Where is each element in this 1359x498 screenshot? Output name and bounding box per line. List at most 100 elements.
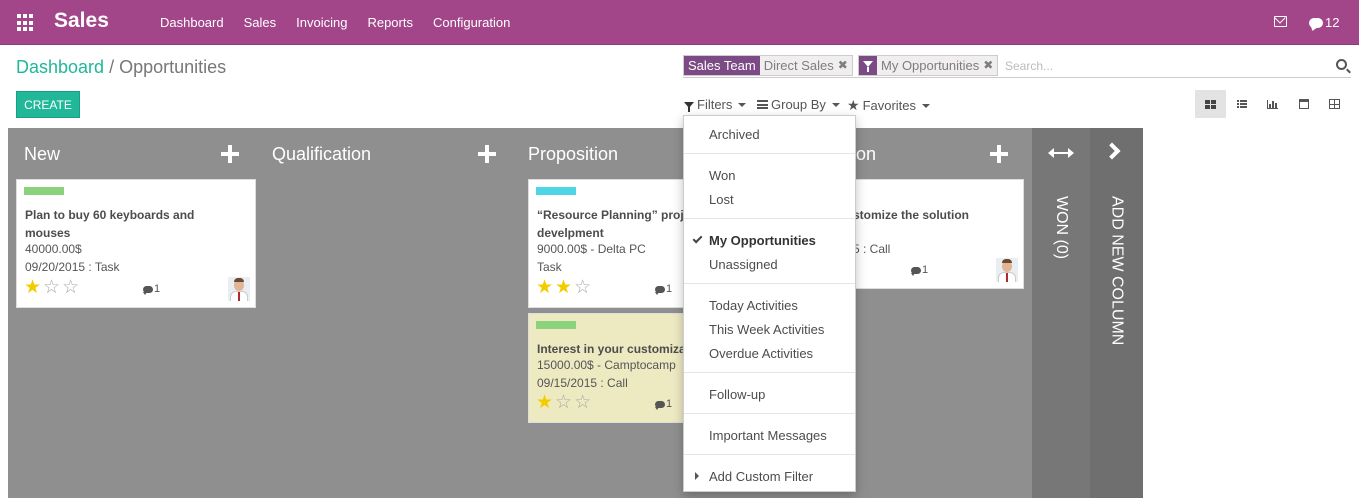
column-title: Qualification xyxy=(272,144,372,164)
menu-invoicing[interactable]: Invoicing xyxy=(286,0,357,45)
add-custom-filter[interactable]: Add Custom Filter xyxy=(709,469,813,484)
star-filled-icon[interactable]: ★ xyxy=(536,278,553,297)
filter-follow-up[interactable]: Follow-up xyxy=(709,387,765,402)
menu-configuration[interactable]: Configuration xyxy=(423,0,520,45)
kanban-view-button[interactable] xyxy=(1195,90,1226,118)
avatar xyxy=(996,258,1018,282)
color-tag xyxy=(536,187,576,195)
avatar xyxy=(228,277,250,301)
facet-filter-icon xyxy=(859,56,877,75)
filter-icon xyxy=(684,101,694,112)
card-title-line: mouses xyxy=(25,226,71,240)
kanban-card[interactable]: Plan to buy 60 keyboards and mouses 4000… xyxy=(16,179,256,308)
quick-create-plus-icon[interactable] xyxy=(221,145,239,163)
star-empty-icon[interactable]: ☆ xyxy=(62,278,79,297)
menu-divider xyxy=(684,413,855,414)
star-empty-icon[interactable]: ☆ xyxy=(574,393,591,412)
star-filled-icon[interactable]: ★ xyxy=(555,278,572,297)
chat-icon xyxy=(1309,17,1323,28)
star-filled-icon[interactable]: ★ xyxy=(536,393,553,412)
facet-value: My Opportunities xyxy=(881,58,980,73)
view-switcher xyxy=(1195,90,1350,118)
star-filled-icon[interactable]: ★ xyxy=(24,278,41,297)
message-count: 1 xyxy=(655,398,672,410)
card-title-line: Plan to buy 60 keyboards and xyxy=(25,208,195,222)
list-view-button[interactable] xyxy=(1226,90,1257,118)
caret-down-icon xyxy=(922,103,931,108)
message-count-value: 1 xyxy=(154,283,161,295)
search-bar: Sales Team Direct Sales ✖ My Opportuniti… xyxy=(683,55,1351,78)
menu-reports[interactable]: Reports xyxy=(357,0,423,45)
chat-counter: 12 xyxy=(1325,15,1340,30)
star-empty-icon[interactable]: ☆ xyxy=(555,393,572,412)
apps-grid-icon[interactable] xyxy=(17,14,35,32)
breadcrumb-dashboard-link[interactable]: Dashboard xyxy=(16,57,104,77)
menu-sales[interactable]: Sales xyxy=(234,0,287,45)
filter-my-opportunities[interactable]: My Opportunities xyxy=(709,233,816,248)
quick-create-plus-icon[interactable] xyxy=(990,145,1008,163)
column-title: New xyxy=(24,144,61,164)
star-empty-icon[interactable]: ☆ xyxy=(574,278,591,297)
menu-divider xyxy=(684,454,855,455)
comments-icon xyxy=(655,285,665,295)
add-column-button[interactable]: ADD NEW COLUMN xyxy=(1090,128,1143,498)
mail-icon[interactable] xyxy=(1274,16,1287,27)
search-icon[interactable] xyxy=(1336,59,1347,70)
card-title-line: “Resource Planning” proje xyxy=(537,208,691,222)
priority-stars[interactable]: ★ ☆ ☆ xyxy=(24,278,79,297)
chevron-right-icon xyxy=(1103,142,1121,160)
card-title: stomize the solution xyxy=(853,206,969,224)
facet-remove-icon[interactable]: ✖ xyxy=(838,56,852,75)
calendar-view-button[interactable] xyxy=(1288,90,1319,118)
table-icon xyxy=(1329,99,1340,109)
menu-dashboard[interactable]: Dashboard xyxy=(150,0,234,45)
quick-create-plus-icon[interactable] xyxy=(478,145,496,163)
column-title: Proposition xyxy=(528,144,619,164)
priority-stars[interactable]: ★ ★ ☆ xyxy=(536,278,591,297)
top-menu: Dashboard Sales Invoicing Reports Config… xyxy=(150,0,520,45)
star-empty-icon[interactable]: ☆ xyxy=(43,278,60,297)
filter-this-week-activities[interactable]: This Week Activities xyxy=(709,322,824,337)
kanban-icon xyxy=(1205,99,1216,109)
filter-important-messages[interactable]: Important Messages xyxy=(709,428,827,443)
card-activity: 5 : Call xyxy=(853,242,891,256)
filter-won[interactable]: Won xyxy=(709,168,736,183)
facet-value: Direct Sales xyxy=(763,58,834,73)
facet-title: Sales Team xyxy=(684,56,760,75)
comments-icon xyxy=(655,400,665,410)
facet-sales-team: Sales Team Direct Sales ✖ xyxy=(683,55,853,76)
caret-down-icon xyxy=(738,102,747,107)
kanban-column-won-folded[interactable]: WON (0) xyxy=(1032,128,1090,498)
add-column-label: ADD NEW COLUMN xyxy=(1108,196,1126,346)
breadcrumb-separator: / xyxy=(109,57,115,77)
folded-column-title: WON (0) xyxy=(1053,196,1070,260)
group-by-toggle[interactable]: Group By xyxy=(757,97,840,112)
card-amount: 15000.00$ - Camptocamp xyxy=(537,358,676,372)
filter-unassigned[interactable]: Unassigned xyxy=(709,257,778,272)
filter-archived[interactable]: Archived xyxy=(709,127,760,142)
create-button[interactable]: CREATE xyxy=(16,91,80,118)
card-amount: 9000.00$ - Delta PC xyxy=(537,242,646,256)
filter-lost[interactable]: Lost xyxy=(709,192,734,207)
graph-view-button[interactable] xyxy=(1257,90,1288,118)
filter-overdue-activities[interactable]: Overdue Activities xyxy=(709,346,813,361)
breadcrumb: Dashboard / Opportunities xyxy=(16,57,226,78)
group-by-label: Group By xyxy=(771,97,826,112)
favorites-toggle[interactable]: ★ Favorites xyxy=(847,97,931,114)
card-activity: 09/20/2015 : Task xyxy=(25,260,120,274)
messaging-menu[interactable]: 12 xyxy=(1309,15,1339,30)
filter-today-activities[interactable]: Today Activities xyxy=(709,298,798,313)
search-input[interactable] xyxy=(1005,57,1325,75)
card-title-line: Interest in your customiza xyxy=(537,342,686,356)
favorites-label: Favorites xyxy=(862,98,917,113)
filters-toggle[interactable]: Filters xyxy=(684,97,747,112)
caret-down-icon xyxy=(831,102,840,107)
pivot-view-button[interactable] xyxy=(1319,90,1350,118)
comments-icon xyxy=(143,285,153,295)
kanban-board: New Plan to buy 60 keyboards and mouses … xyxy=(0,128,1359,498)
arrows-h-icon xyxy=(1048,148,1074,158)
menu-divider xyxy=(684,153,855,154)
color-tag xyxy=(536,321,576,329)
facet-remove-icon[interactable]: ✖ xyxy=(983,56,997,75)
priority-stars[interactable]: ★ ☆ ☆ xyxy=(536,393,591,412)
